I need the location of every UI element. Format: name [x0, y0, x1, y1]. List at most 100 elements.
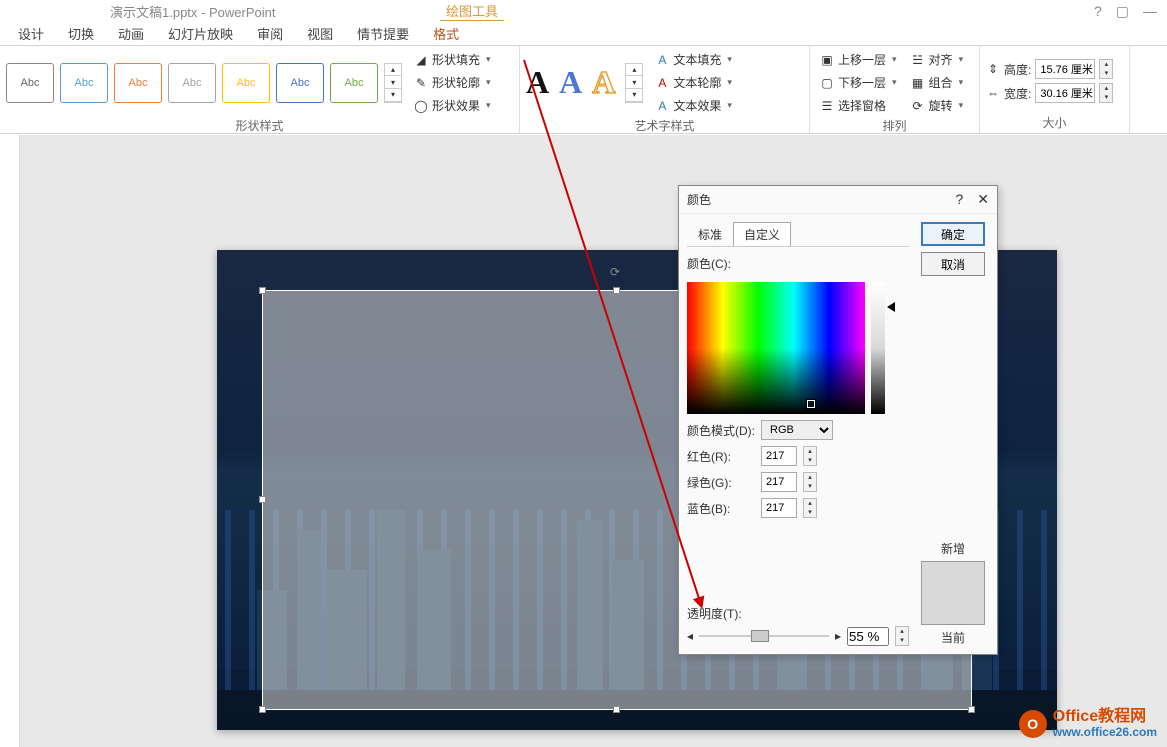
- handle-br[interactable]: [968, 706, 975, 713]
- send-backward-button[interactable]: ▢下移一层▾: [816, 73, 901, 92]
- luminance-slider[interactable]: [871, 282, 885, 414]
- bucket-icon: ◢: [414, 53, 428, 67]
- shape-effects-button[interactable]: ◯形状效果▾: [410, 96, 495, 115]
- width-spinner[interactable]: ▴▾: [1099, 83, 1113, 103]
- width-label: 宽度:: [1004, 85, 1031, 102]
- restore-icon[interactable]: ▢: [1116, 3, 1129, 20]
- handle-bl[interactable]: [259, 706, 266, 713]
- pane-icon: ☰: [820, 99, 834, 113]
- pen-icon: ✎: [414, 76, 428, 90]
- tab-view[interactable]: 视图: [307, 24, 333, 43]
- help-icon[interactable]: ?: [1094, 3, 1102, 20]
- group-label-shape-styles: 形状样式: [6, 115, 513, 134]
- ok-button[interactable]: 确定: [921, 222, 985, 246]
- color-picker[interactable]: [687, 282, 865, 414]
- height-spinner[interactable]: ▴▾: [1099, 59, 1113, 79]
- minimize-icon[interactable]: —: [1143, 3, 1157, 20]
- lum-pointer[interactable]: [887, 302, 895, 312]
- group-icon: ▦: [911, 76, 925, 90]
- rotate-button[interactable]: ⟳旋转▾: [907, 96, 968, 115]
- watermark-brand: Office教程网: [1053, 708, 1157, 726]
- tab-slideshow[interactable]: 幻灯片放映: [168, 24, 233, 43]
- wordart-gallery[interactable]: A A A ▴▾▾: [526, 63, 643, 103]
- handle-tl[interactable]: [259, 287, 266, 294]
- handle-t[interactable]: [613, 287, 620, 294]
- new-color-label: 新增: [941, 540, 965, 557]
- cancel-button[interactable]: 取消: [921, 252, 985, 276]
- color-dialog: 颜色 ? ✕ 标准 自定义 颜色(C): 颜色模式(D): RGB 红色(R):: [678, 185, 998, 655]
- width-input[interactable]: [1035, 83, 1095, 103]
- text-effects-button[interactable]: A文本效果▾: [651, 96, 736, 115]
- group-label-arrange: 排列: [816, 115, 973, 134]
- wordart-3[interactable]: A: [592, 64, 615, 101]
- blue-input[interactable]: [761, 498, 797, 518]
- bring-forward-button[interactable]: ▣上移一层▾: [816, 50, 901, 69]
- transparency-input[interactable]: [847, 627, 889, 646]
- handle-l[interactable]: [259, 496, 266, 503]
- shape-style-3[interactable]: Abc: [114, 63, 162, 103]
- ribbon-tabs: 设计 切换 动画 幻灯片放映 审阅 视图 情节提要 格式: [0, 22, 1167, 46]
- title-bar: 演示文稿1.pptx - PowerPoint 绘图工具 ? ▢ —: [0, 0, 1167, 22]
- tab-review[interactable]: 审阅: [257, 24, 283, 43]
- shape-style-7[interactable]: Abc: [330, 63, 378, 103]
- watermark-url: www.office26.com: [1053, 726, 1157, 739]
- tab-custom[interactable]: 自定义: [733, 222, 791, 246]
- rotate-handle[interactable]: ⟳: [610, 265, 624, 279]
- selection-pane-button[interactable]: ☰选择窗格: [816, 96, 901, 115]
- shape-outline-button[interactable]: ✎形状轮廓▾: [410, 73, 495, 92]
- picker-cursor[interactable]: [807, 400, 815, 408]
- mode-select[interactable]: RGB: [761, 420, 833, 440]
- watermark-icon: O: [1019, 710, 1047, 738]
- transparency-slider[interactable]: [699, 628, 829, 644]
- effects-icon: ◯: [414, 99, 428, 113]
- dialog-close-icon[interactable]: ✕: [977, 191, 989, 208]
- shape-style-5[interactable]: Abc: [222, 63, 270, 103]
- text-fill-icon: A: [655, 53, 669, 67]
- red-spinner[interactable]: ▴▾: [803, 446, 817, 466]
- align-button[interactable]: ☱对齐▾: [907, 50, 968, 69]
- height-label: 高度:: [1004, 61, 1031, 78]
- shape-styles-gallery[interactable]: Abc Abc Abc Abc Abc Abc Abc ▴▾▾: [6, 63, 402, 103]
- gallery-more[interactable]: ▴▾▾: [384, 63, 402, 103]
- tab-animation[interactable]: 动画: [118, 24, 144, 43]
- text-effects-icon: A: [655, 99, 669, 113]
- height-input[interactable]: [1035, 59, 1095, 79]
- contextual-tab-label: 绘图工具: [440, 1, 504, 21]
- dialog-help-icon[interactable]: ?: [955, 191, 963, 208]
- green-input[interactable]: [761, 472, 797, 492]
- text-outline-icon: A: [655, 76, 669, 90]
- shape-fill-button[interactable]: ◢形状填充▾: [410, 50, 495, 69]
- handle-b[interactable]: [613, 706, 620, 713]
- align-icon: ☱: [911, 53, 925, 67]
- dialog-title: 颜色: [687, 191, 711, 208]
- document-title: 演示文稿1.pptx - PowerPoint: [110, 2, 275, 21]
- blue-spinner[interactable]: ▴▾: [803, 498, 817, 518]
- tab-transitions[interactable]: 切换: [68, 24, 94, 43]
- tab-standard[interactable]: 标准: [687, 222, 733, 246]
- group-button[interactable]: ▦组合▾: [907, 73, 968, 92]
- shape-style-4[interactable]: Abc: [168, 63, 216, 103]
- tab-storyboard[interactable]: 情节提要: [357, 24, 409, 43]
- green-spinner[interactable]: ▴▾: [803, 472, 817, 492]
- wordart-1[interactable]: A: [526, 64, 549, 101]
- watermark: O Office教程网 www.office26.com: [1019, 708, 1157, 739]
- text-outline-button[interactable]: A文本轮廓▾: [651, 73, 736, 92]
- red-label: 红色(R):: [687, 448, 755, 465]
- blue-label: 蓝色(B):: [687, 500, 755, 517]
- shape-style-1[interactable]: Abc: [6, 63, 54, 103]
- slider-right-arrow[interactable]: ▸: [835, 629, 841, 643]
- text-fill-button[interactable]: A文本填充▾: [651, 50, 736, 69]
- slider-thumb[interactable]: [751, 630, 769, 642]
- wordart-more[interactable]: ▴▾▾: [625, 63, 643, 103]
- shape-style-6[interactable]: Abc: [276, 63, 324, 103]
- tab-design[interactable]: 设计: [18, 24, 44, 43]
- transparency-label: 透明度(T):: [687, 605, 909, 622]
- transparency-spinner[interactable]: ▴▾: [895, 626, 909, 646]
- slider-left-arrow[interactable]: ◂: [687, 629, 693, 643]
- group-label-wordart: 艺术字样式: [526, 115, 803, 134]
- shape-style-2[interactable]: Abc: [60, 63, 108, 103]
- height-icon: ⇕: [986, 62, 1000, 76]
- tab-format[interactable]: 格式: [433, 24, 459, 43]
- red-input[interactable]: [761, 446, 797, 466]
- wordart-2[interactable]: A: [559, 64, 582, 101]
